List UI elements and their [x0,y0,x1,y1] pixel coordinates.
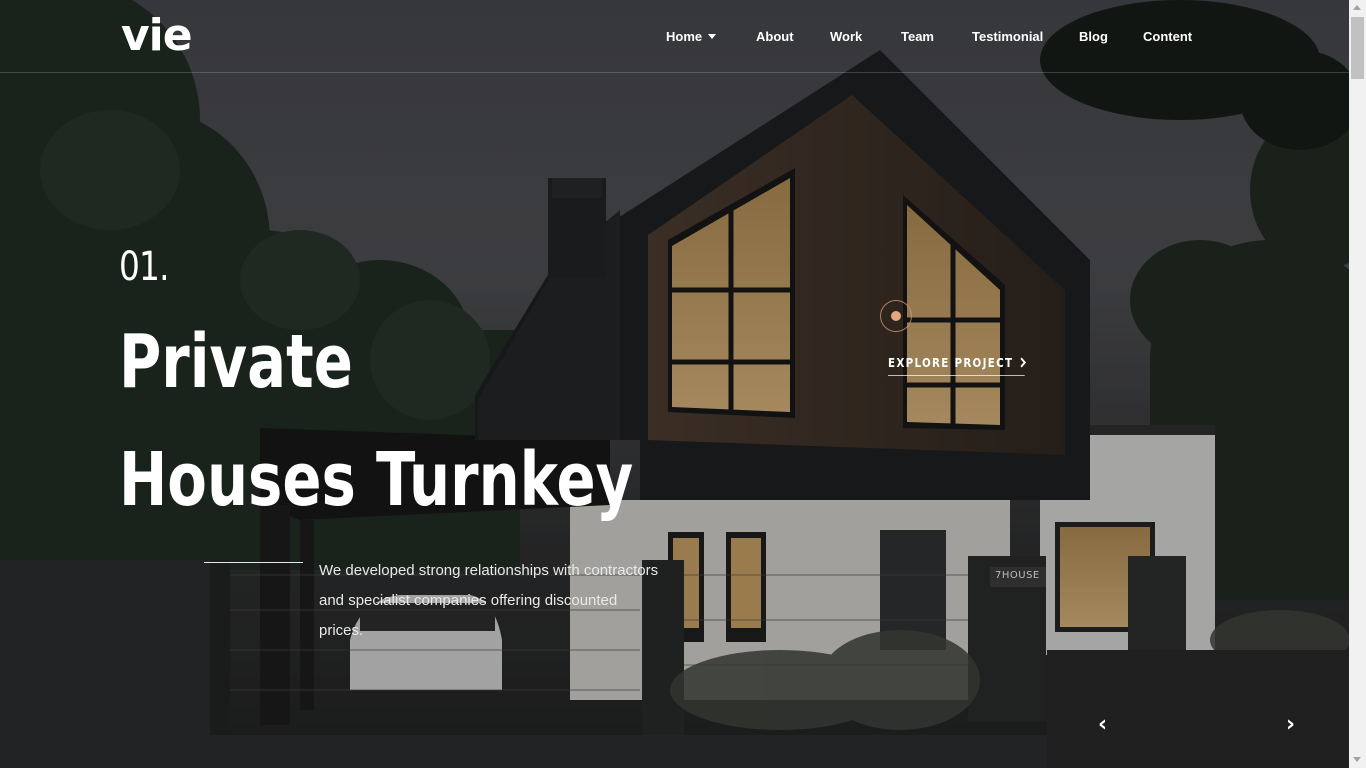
slide-title-line-1: Private [119,319,353,405]
slider-nav-panel [1047,650,1349,768]
chevron-right-icon [1017,357,1026,368]
slider-prev-button[interactable]: ‹ [1098,712,1107,738]
house-sign: 7HOUSE [995,570,1040,581]
slide-title-line-2: Houses Turnkey [119,437,634,523]
explore-project-link[interactable]: EXPLORE PROJECT [888,355,1026,376]
explore-project-label: EXPLORE PROJECT [888,356,1014,370]
scrollbar-thumb[interactable] [1351,17,1364,79]
nav-item-testimonial[interactable]: Testimonial [972,28,1043,46]
slide-number: 01. [119,244,170,290]
description-divider [204,562,303,563]
nav-item-content[interactable]: Content [1143,28,1192,46]
nav-item-home[interactable]: Home [666,28,717,46]
site-header: vie Home About Work Team Testimonial Blo… [0,0,1349,73]
nav-item-team[interactable]: Team [901,28,934,46]
scroll-up-arrow-icon[interactable] [1353,5,1361,10]
nav-item-about[interactable]: About [756,28,794,46]
slide-description: We developed strong relationships with c… [319,562,659,639]
hotspot-marker[interactable] [880,300,912,332]
chevron-down-icon [708,34,717,39]
hotspot-dot-icon [891,311,901,321]
page-scrollbar[interactable] [1349,0,1366,768]
scroll-down-arrow-icon[interactable] [1353,757,1361,762]
nav-item-work[interactable]: Work [830,28,862,46]
main-nav: Home About Work Team Testimonial Blog Co… [0,28,1349,48]
slider-next-button[interactable]: › [1286,712,1295,738]
nav-item-label: Home [666,29,703,44]
nav-item-blog[interactable]: Blog [1079,28,1108,46]
